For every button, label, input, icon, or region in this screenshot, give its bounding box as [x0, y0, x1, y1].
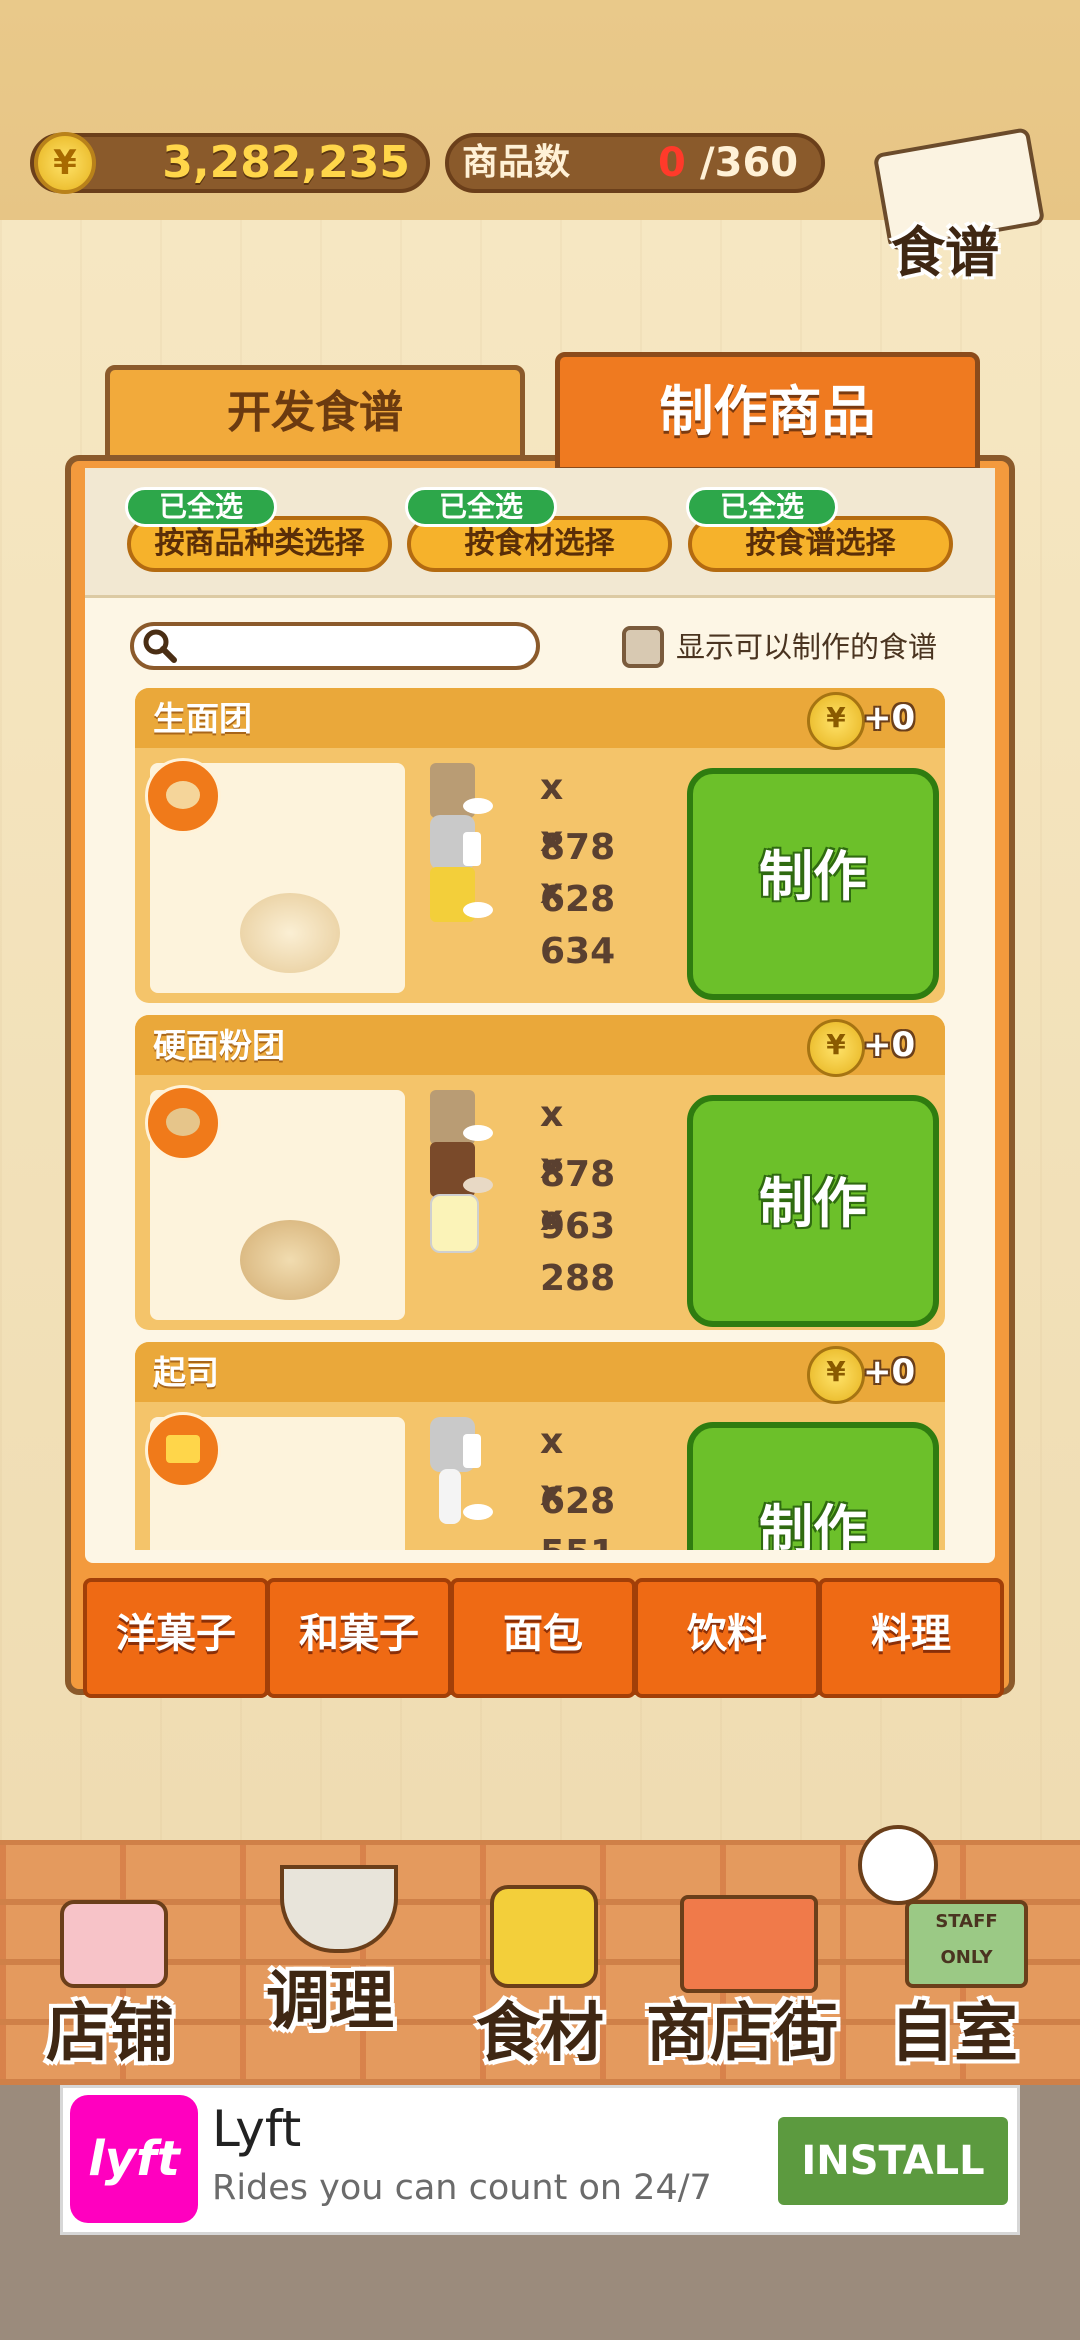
ingredient-bag-icon[interactable] [490, 1885, 598, 1988]
all-selected-badge: 已全选 [125, 487, 277, 527]
tab-make-goods[interactable]: 制作商品 [555, 352, 980, 472]
ingredient-qty: x 628 [540, 1421, 616, 1522]
coin-icon: ¥ [34, 132, 96, 194]
dough-icon [240, 893, 340, 973]
cake-icon[interactable] [60, 1900, 168, 1988]
ingredient-qty: x 963 [540, 1146, 616, 1247]
ingredient-qty: x 288 [540, 1198, 616, 1299]
item-count-label: 商品数 [462, 142, 571, 183]
make-button[interactable]: 制作 [687, 1095, 939, 1327]
craftable-only-checkbox[interactable] [622, 626, 664, 668]
recipe-list[interactable]: 生面团 ¥ +0 x 878 x 628 x 634 制作 硬面粉团 ¥ +0 … [135, 688, 945, 1550]
recipe-card: 硬面粉团 ¥ +0 x 878 x 963 x 288 制作 [135, 1015, 945, 1330]
coin-icon: ¥ [807, 692, 865, 750]
staff-room-icon[interactable]: STAFF ONLY [905, 1900, 1028, 1988]
nav-shopping-street[interactable]: 商店街 [646, 1982, 838, 2074]
make-button[interactable]: 制作 [687, 1422, 939, 1550]
category-tab-western-sweets[interactable]: 洋菓子 [83, 1578, 269, 1698]
ingredient-qty: x 878 [540, 767, 616, 868]
lyft-logo[interactable]: lyft [70, 2095, 198, 2223]
bread-category-icon [145, 1085, 221, 1161]
craftable-only-label: 显示可以制作的食谱 [676, 630, 938, 664]
all-selected-badge: 已全选 [686, 487, 838, 527]
make-button[interactable]: 制作 [687, 768, 939, 1000]
ad-title[interactable]: Lyft [212, 2100, 301, 2158]
category-tab-drinks[interactable]: 饮料 [634, 1578, 820, 1698]
all-selected-badge: 已全选 [405, 487, 557, 527]
coin-icon: ¥ [807, 1346, 865, 1404]
search-icon [143, 629, 177, 663]
tab-develop-recipe[interactable]: 开发食谱 [105, 365, 525, 460]
install-button[interactable]: INSTALL [778, 2117, 1008, 2205]
cheese-category-icon [145, 1412, 221, 1488]
nav-cooking[interactable]: 调理 [266, 1950, 394, 2042]
category-tab-dishes[interactable]: 料理 [818, 1578, 1004, 1698]
ingredient-qty: x 551 [540, 1473, 615, 1550]
ingredient-qty: x 628 [540, 819, 616, 920]
ingredient-qty: x 878 [540, 1094, 616, 1195]
recipe-name: 生面团 [153, 699, 252, 738]
milk-jar-icon [425, 1189, 495, 1254]
recipe-name: 起司 [153, 1353, 219, 1392]
ingredient-qty: x 634 [540, 871, 616, 972]
recipe-reward: +0 [863, 1352, 916, 1392]
nav-ingredients[interactable]: 食材 [476, 1982, 604, 2074]
recipe-reward: +0 [863, 698, 916, 738]
coin-balance: 3,282,235 [162, 137, 410, 188]
search-input[interactable] [130, 622, 540, 670]
shop-icon[interactable] [680, 1895, 818, 1993]
nav-my-room[interactable]: 自室 [890, 1982, 1018, 2074]
nav-shop[interactable]: 店铺 [46, 1982, 174, 2074]
item-count-total: /360 [700, 140, 799, 186]
recipe-card: 起司 ¥ +0 x 628 x 551 制作 [135, 1342, 945, 1550]
yeast-bag-icon [425, 862, 495, 927]
recipe-reward: +0 [863, 1025, 916, 1065]
category-tab-bread[interactable]: 面包 [450, 1578, 636, 1698]
coin-icon: ¥ [807, 1019, 865, 1077]
salt-icon [425, 1464, 495, 1529]
bread-category-icon [145, 758, 221, 834]
recipe-card: 生面团 ¥ +0 x 878 x 628 x 634 制作 [135, 688, 945, 1003]
ad-subtitle: Rides you can count on 24/7 [212, 2168, 712, 2208]
item-count-value: 0 [658, 140, 686, 186]
dough-icon [240, 1220, 340, 1300]
coin-bubble-icon[interactable] [858, 1825, 938, 1905]
category-tab-japanese-sweets[interactable]: 和菓子 [266, 1578, 452, 1698]
recipe-book-label[interactable]: 食谱 [880, 208, 1010, 287]
recipe-name: 硬面粉团 [153, 1026, 285, 1065]
